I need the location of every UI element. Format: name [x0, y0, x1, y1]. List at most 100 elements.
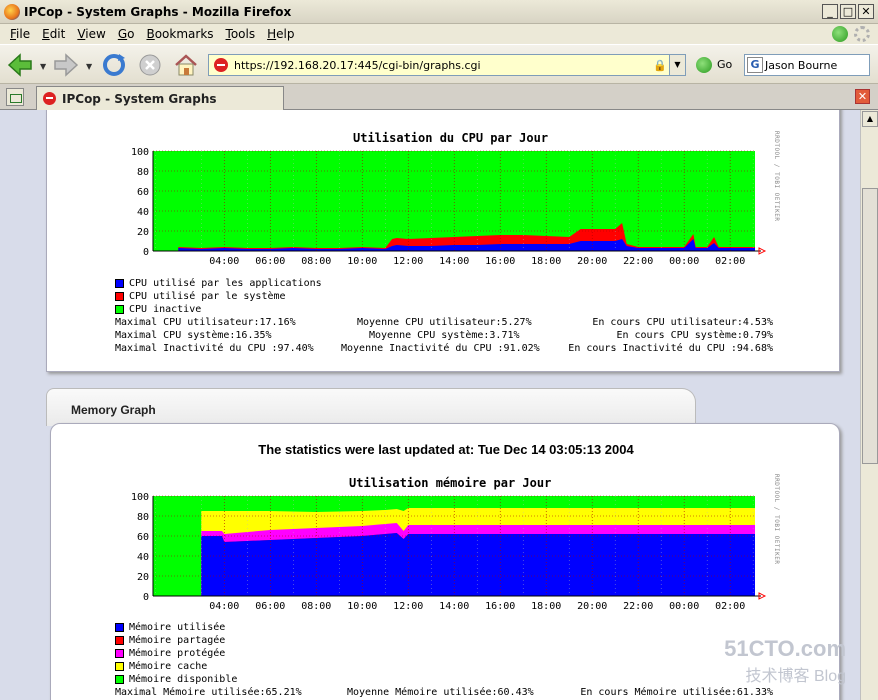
tab-label: IPCop - System Graphs: [62, 91, 217, 106]
legend-swatch-green: [115, 305, 124, 314]
cpu-stat-cur-idle: En cours Inactivité du CPU :94.68%: [568, 343, 773, 354]
watermark-line2: 技术博客 Blog: [745, 668, 846, 685]
cpu-stat-avg-user: Moyenne CPU utilisateur:5.27%: [357, 317, 532, 328]
cpu-legend-applications: CPU utilisé par les applications: [115, 278, 322, 289]
menu-bookmarks[interactable]: Bookmarks: [140, 27, 219, 41]
memory-section-header: Memory Graph: [46, 388, 696, 426]
x-tick-label-2: 08:00: [301, 256, 331, 267]
x-tick-label-7: 18:00: [531, 256, 561, 267]
x-tick-label-3: 10:00: [347, 256, 377, 267]
page-content: Utilisation du CPU par Jour RRDTOOL / TO…: [0, 110, 860, 700]
back-button[interactable]: [6, 51, 34, 79]
reload-button[interactable]: [100, 51, 128, 79]
scroll-thumb[interactable]: [862, 188, 878, 464]
close-button[interactable]: ✕: [858, 4, 874, 19]
window-titlebar[interactable]: IPCop - System Graphs - Mozilla Firefox …: [0, 0, 878, 24]
x-tick-label-7: 18:00: [531, 601, 561, 612]
forward-button[interactable]: [52, 51, 80, 79]
x-tick-label-11: 02:00: [715, 256, 745, 267]
legend-swatch-red: [115, 636, 124, 645]
close-tab-icon[interactable]: ✕: [855, 89, 870, 104]
cpu-stat-cur-system: En cours CPU système:0.79%: [616, 330, 773, 341]
tab-favicon-icon: [43, 92, 56, 105]
y-tick-label-40: 40: [137, 207, 149, 218]
memory-chart: 0 20 40 60 80 100 04:00 06:00 08:00 10:00 12:00 14:…: [131, 492, 767, 612]
cpu-stat-max-user: Maximal CPU utilisateur:17.16%: [115, 317, 296, 328]
cpu-legend-idle: CPU inactive: [115, 304, 201, 315]
x-tick-label-9: 22:00: [623, 256, 653, 267]
menu-file[interactable]: File: [4, 27, 36, 41]
back-dropdown-icon[interactable]: ▼: [40, 62, 46, 71]
memory-stat-avg-used: Moyenne Mémoire utilisée:60.43%: [347, 687, 534, 698]
go-arrow-icon[interactable]: [696, 57, 712, 73]
x-tick-label-2: 08:00: [301, 601, 331, 612]
minimize-button[interactable]: _: [822, 4, 838, 19]
google-search-engine-icon[interactable]: G: [747, 57, 763, 73]
url-bar[interactable]: https://192.168.20.17:445/cgi-bin/graphs…: [208, 54, 686, 76]
x-tick-label-10: 00:00: [669, 601, 699, 612]
status-ok-icon: [832, 26, 848, 42]
window-title: IPCop - System Graphs - Mozilla Firefox: [24, 4, 292, 19]
memory-legend-protected: Mémoire protégée: [115, 648, 225, 659]
memory-legend-used: Mémoire utilisée: [115, 622, 225, 633]
reload-icon: [103, 54, 125, 76]
menu-go[interactable]: Go: [112, 27, 141, 41]
cpu-stat-max-idle: Maximal Inactivité du CPU :97.40%: [115, 343, 314, 354]
menu-view[interactable]: View: [71, 27, 111, 41]
stop-icon: [139, 54, 161, 76]
x-tick-label-4: 12:00: [393, 601, 423, 612]
go-button[interactable]: Go: [717, 58, 732, 71]
forward-dropdown-icon[interactable]: ▼: [86, 62, 92, 71]
search-input[interactable]: Jason Bourne: [765, 59, 837, 72]
memory-graph-panel: The statistics were last updated at: Tue…: [50, 423, 840, 700]
menu-help[interactable]: Help: [261, 27, 300, 41]
firefox-icon: [4, 3, 20, 20]
url-dropdown-icon[interactable]: ▼: [669, 55, 685, 75]
x-tick-label-0: 04:00: [209, 256, 239, 267]
forward-arrow-icon: [54, 53, 79, 77]
url-input[interactable]: https://192.168.20.17:445/cgi-bin/graphs…: [234, 59, 653, 72]
x-tick-label-1: 06:00: [255, 256, 285, 267]
legend-swatch-yellow: [115, 662, 124, 671]
y-tick-label-40: 40: [137, 552, 149, 563]
x-tick-label-8: 20:00: [577, 601, 607, 612]
tab-ipcop-system-graphs[interactable]: IPCop - System Graphs: [36, 86, 284, 110]
cpu-stat-avg-idle: Moyenne Inactivité du CPU :91.02%: [341, 343, 540, 354]
last-updated-text: The statistics were last updated at: Tue…: [258, 442, 634, 457]
memory-legend-shared: Mémoire partagée: [115, 635, 225, 646]
vertical-scrollbar[interactable]: ▲: [860, 110, 878, 700]
menu-bar: File Edit View Go Bookmarks Tools Help: [0, 24, 878, 44]
y-tick-label-100: 100: [131, 492, 149, 503]
home-button[interactable]: [172, 51, 200, 79]
memory-legend-available: Mémoire disponible: [115, 674, 237, 685]
x-tick-label-5: 14:00: [439, 256, 469, 267]
legend-swatch-red: [115, 292, 124, 301]
back-arrow-icon: [7, 53, 32, 77]
maximize-button[interactable]: □: [840, 4, 856, 19]
cpu-chart: 0 20 40 60 80 100 04:00 06:00 08:00 10:00 12:00 14:…: [131, 147, 767, 267]
memory-stat-cur-used: En cours Mémoire utilisée:61.33%: [580, 687, 773, 698]
menu-edit[interactable]: Edit: [36, 27, 71, 41]
y-tick-label-100: 100: [131, 147, 149, 158]
legend-swatch-blue: [115, 279, 124, 288]
cpu-graph-panel: Utilisation du CPU par Jour RRDTOOL / TO…: [46, 110, 840, 372]
y-tick-label-60: 60: [137, 532, 149, 543]
x-tick-label-6: 16:00: [485, 601, 515, 612]
memory-legend-cache: Mémoire cache: [115, 661, 207, 672]
search-box[interactable]: G Jason Bourne: [744, 54, 870, 76]
x-tick-label-0: 04:00: [209, 601, 239, 612]
cpu-legend-system: CPU utilisé par le système: [115, 291, 286, 302]
new-tab-icon[interactable]: [6, 88, 24, 106]
x-tick-label-4: 12:00: [393, 256, 423, 267]
x-tick-label-1: 06:00: [255, 601, 285, 612]
window-controls: _ □ ✕: [822, 4, 874, 19]
navigation-toolbar: ▼ ▼ https://192.168.20.17:445/cgi-bin/gr…: [0, 44, 878, 84]
lock-icon[interactable]: 🔒: [653, 59, 667, 72]
throbber-icon: [854, 26, 870, 42]
menu-tools[interactable]: Tools: [220, 27, 262, 41]
y-tick-label-80: 80: [137, 167, 149, 178]
memory-section-title: Memory Graph: [71, 403, 156, 417]
scroll-up-button[interactable]: ▲: [862, 111, 878, 127]
legend-swatch-magenta: [115, 649, 124, 658]
stop-button[interactable]: [136, 51, 164, 79]
